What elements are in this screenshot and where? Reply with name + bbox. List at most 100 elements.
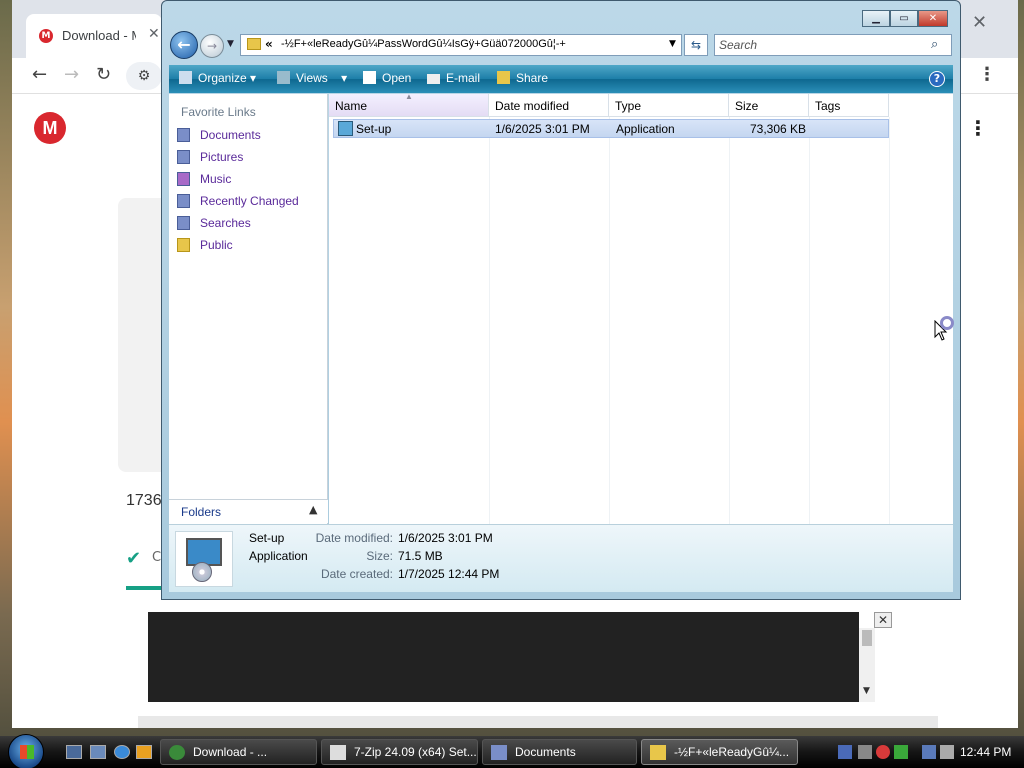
browser-menu-icon[interactable]: ⋮ — [978, 64, 996, 85]
tray-network-icon[interactable] — [838, 745, 852, 759]
internet-explorer-icon[interactable] — [114, 745, 130, 759]
page-menu-icon[interactable]: ⋮ — [968, 116, 988, 140]
ad-close-icon[interactable]: ✕ — [874, 612, 892, 628]
taskbar-item-explorer[interactable]: -½F+«leReadyGû¼... — [641, 739, 798, 765]
chrome-icon — [169, 745, 185, 760]
chevron-up-icon[interactable]: ▲ — [309, 503, 317, 516]
search-input[interactable] — [719, 37, 919, 53]
application-icon — [338, 121, 353, 136]
browser-close-icon[interactable]: ✕ — [972, 12, 987, 33]
tray-update-icon[interactable] — [894, 745, 908, 759]
show-desktop-icon[interactable] — [66, 745, 82, 759]
scroll-down-arrow-icon[interactable]: ▼ — [863, 686, 870, 696]
start-button[interactable] — [8, 734, 44, 768]
searches-icon — [177, 216, 190, 230]
ad-banner[interactable] — [148, 612, 859, 702]
ad-scrollbar[interactable]: ▼ — [859, 628, 875, 702]
sort-ascending-icon: ▲ — [405, 92, 413, 101]
search-box[interactable]: ⌕ — [714, 34, 952, 56]
file-size: 73,306 KB — [750, 122, 807, 136]
tray-connection-icon[interactable] — [922, 745, 936, 759]
folders-toggle[interactable]: Folders ▲ — [169, 499, 328, 523]
details-pane: Set-up Application Date modified: 1/6/20… — [169, 524, 953, 592]
taskbar-item-documents[interactable]: Documents — [482, 739, 637, 765]
details-date-modified-label: Date modified: — [315, 531, 393, 545]
taskbar-item-browser[interactable]: Download - ... — [160, 739, 317, 765]
recent-pages-dropdown-icon[interactable]: ▼ — [227, 39, 234, 49]
column-header-type[interactable]: Type — [609, 94, 729, 117]
address-bar[interactable]: « -½F+«leReadyGû¼PassWordGû¼IsGÿ+Güä0720… — [240, 34, 682, 56]
mega-logo[interactable]: M — [34, 112, 66, 144]
views-button[interactable]: Views ▾ — [277, 71, 347, 85]
details-file-name: Set-up — [249, 531, 285, 545]
details-size: 71.5 MB — [398, 549, 443, 563]
favorite-links-header: Favorite Links — [181, 105, 256, 119]
media-player-icon[interactable] — [136, 745, 152, 759]
details-date-created-label: Date created: — [320, 567, 393, 581]
refresh-button[interactable]: ⇆ — [684, 34, 708, 56]
navigation-pane: Favorite Links Documents Pictures Music … — [169, 94, 328, 524]
minimize-button[interactable]: ▁ — [862, 10, 890, 27]
tray-device-icon[interactable] — [858, 745, 872, 759]
nav-link-pictures[interactable]: Pictures — [177, 150, 243, 168]
browser-reload-icon[interactable]: ↻ — [96, 64, 111, 85]
address-dropdown-icon[interactable]: ▼ — [669, 39, 676, 49]
column-header-date-modified[interactable]: Date modified — [489, 94, 609, 117]
folder-icon — [650, 745, 666, 760]
switch-windows-icon[interactable] — [90, 745, 106, 759]
public-folder-icon — [177, 238, 190, 252]
pictures-icon — [177, 150, 190, 164]
open-icon — [363, 71, 376, 84]
details-date-modified: 1/6/2025 3:01 PM — [398, 531, 493, 545]
column-divider — [729, 117, 730, 524]
nav-link-documents[interactable]: Documents — [177, 128, 261, 146]
recently-changed-icon — [177, 194, 190, 208]
command-bar: Organize ▾ Views ▾ Open E-mail Share ? — [169, 65, 953, 93]
column-header-size[interactable]: Size — [729, 94, 809, 117]
music-icon — [177, 172, 190, 186]
browser-back-icon[interactable]: ← — [32, 64, 47, 85]
site-settings-icon[interactable]: ⚙ — [126, 62, 162, 90]
nav-link-recently-changed[interactable]: Recently Changed — [177, 194, 299, 212]
email-button[interactable]: E-mail — [427, 71, 480, 85]
disc-icon — [192, 562, 212, 582]
maximize-button[interactable]: ▭ — [890, 10, 918, 27]
column-header-name[interactable]: ▲ Name — [329, 92, 489, 117]
busy-ring-icon — [940, 316, 954, 330]
file-row[interactable]: Set-up 1/6/2025 3:01 PM Application 73,3… — [333, 119, 889, 138]
download-status-text: C — [152, 550, 162, 565]
taskbar-clock[interactable]: 12:44 PM — [960, 745, 1011, 759]
folder-icon — [247, 38, 261, 50]
address-overflow-chevron[interactable]: « — [265, 37, 273, 51]
nav-link-searches[interactable]: Searches — [177, 216, 251, 234]
help-icon[interactable]: ? — [929, 71, 945, 87]
column-header-tags[interactable]: Tags — [809, 94, 889, 117]
email-icon — [427, 74, 440, 84]
close-button[interactable]: ✕ — [918, 10, 948, 27]
nav-link-music[interactable]: Music — [177, 172, 231, 190]
organize-button[interactable]: Organize ▾ — [179, 71, 256, 85]
tray-security-alert-icon[interactable] — [876, 745, 890, 759]
file-name: Set-up — [356, 122, 392, 136]
taskbar-item-7zip[interactable]: 7-Zip 24.09 (x64) Set... — [321, 739, 478, 765]
tab-close-icon[interactable]: ✕ — [148, 26, 160, 42]
nav-link-public[interactable]: Public — [177, 238, 233, 256]
file-type: Application — [616, 122, 675, 136]
browser-tab[interactable]: M Download - M ✕ — [26, 14, 162, 58]
share-button[interactable]: Share — [497, 71, 548, 85]
views-icon — [277, 71, 290, 84]
file-list: ▲ Name Date modified Type Size Tags Set-u… — [329, 92, 953, 524]
folders-label: Folders — [181, 505, 222, 519]
details-date-created: 1/7/2025 12:44 PM — [398, 567, 500, 581]
forward-button[interactable]: → — [200, 34, 224, 58]
tray-volume-icon[interactable] — [940, 745, 954, 759]
search-icon[interactable]: ⌕ — [931, 37, 938, 52]
browser-forward-icon[interactable]: → — [64, 64, 79, 85]
back-button[interactable]: ← — [170, 31, 198, 59]
share-icon — [497, 71, 510, 84]
open-button[interactable]: Open — [363, 71, 411, 85]
ad-scrollbar-thumb[interactable] — [862, 630, 872, 646]
address-path[interactable]: -½F+«leReadyGû¼PassWordGû¼IsGÿ+Güä072000… — [281, 38, 566, 50]
checkmark-icon: ✔ — [126, 548, 142, 569]
horizontal-scrollbar[interactable] — [138, 716, 938, 728]
